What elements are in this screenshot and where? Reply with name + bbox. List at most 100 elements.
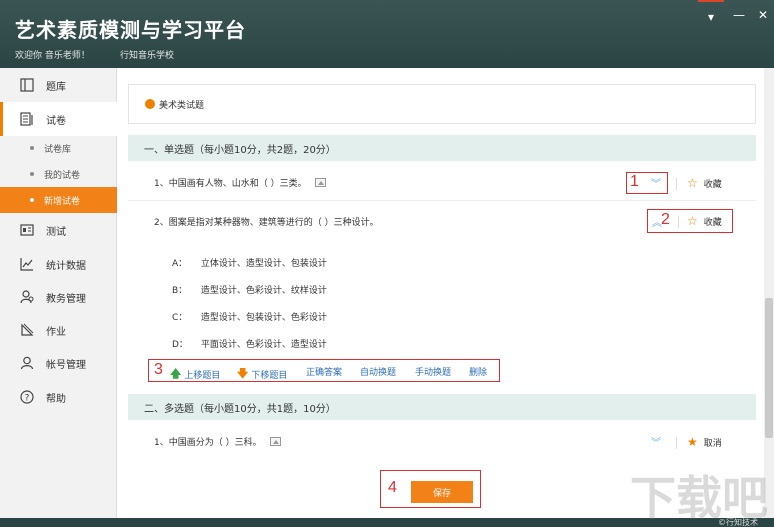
- section-title: 二、多选题（每小题10分，共1题，10分）: [144, 403, 336, 415]
- sidebar-subitem-my-papers[interactable]: 我的试卷: [0, 161, 117, 187]
- favorite-button[interactable]: ☆ 收藏: [687, 214, 722, 228]
- star-outline-icon: ☆: [687, 214, 698, 228]
- option-letter: B：: [172, 286, 188, 296]
- callout-number-2: 2: [661, 211, 670, 228]
- option-text: 造型设计、包装设计、色彩设计: [200, 313, 327, 323]
- question-bank-icon: [18, 77, 36, 93]
- star-filled-icon: ★: [687, 435, 698, 449]
- test-icon: [18, 222, 36, 238]
- action-label: 下移题目: [251, 371, 288, 381]
- image-icon[interactable]: [314, 178, 326, 187]
- option-text: 平面设计、色彩设计、造型设计: [200, 340, 327, 350]
- sidebar-item-label: 试卷: [46, 115, 66, 127]
- callout-number-3: 3: [154, 361, 163, 378]
- divider: [676, 437, 677, 449]
- account-icon: [18, 355, 36, 371]
- sidebar-item-label: 统计数据: [46, 260, 86, 272]
- callout-number-1: 1: [630, 173, 639, 190]
- paper-type-label: 美术类试题: [159, 100, 205, 111]
- expand-chevron-icon[interactable]: ︾: [651, 434, 661, 449]
- sidebar-item-account[interactable]: 帐号管理: [0, 346, 117, 380]
- section-single-choice-header[interactable]: 一、单选题（每小题10分，共2题，20分）: [128, 135, 756, 161]
- unfavorite-button[interactable]: ★ 取消: [687, 435, 722, 449]
- question-row[interactable]: 1、中国画分为（ ）三科。: [128, 423, 756, 459]
- question-text: 1、中国画分为（ ）三科。: [154, 437, 262, 448]
- watermark-text: ©行知技术: [718, 518, 758, 527]
- manual-replace-button[interactable]: 手动换题: [415, 365, 451, 378]
- help-icon: ?: [18, 389, 36, 405]
- unfavorite-label: 取消: [703, 438, 722, 449]
- delete-button[interactable]: 删除: [469, 365, 487, 378]
- window-minimize-button[interactable]: —: [726, 0, 752, 30]
- action-label: 删除: [469, 368, 488, 378]
- correct-answer-button[interactable]: 正确答案: [306, 365, 342, 378]
- option-text: 立体设计、造型设计、包装设计: [200, 259, 327, 269]
- sidebar-item-label: 帐号管理: [46, 359, 86, 371]
- option-b[interactable]: B： 造型设计、色彩设计、纹样设计: [172, 283, 327, 296]
- sidebar-item-label: 题库: [46, 81, 66, 93]
- vertical-scrollbar[interactable]: [764, 68, 774, 518]
- image-icon[interactable]: [269, 436, 281, 446]
- action-label: 自动换题: [360, 368, 397, 378]
- window-close-button[interactable]: ✕: [750, 0, 774, 30]
- sidebar-item-label: 教务管理: [46, 293, 86, 305]
- sidebar-item-label: 测试: [46, 226, 66, 238]
- save-button[interactable]: 保存: [411, 481, 473, 503]
- palette-icon: [145, 99, 155, 109]
- sidebar-item-statistics[interactable]: 统计数据: [0, 247, 117, 281]
- option-c[interactable]: C： 造型设计、包装设计、色彩设计: [172, 310, 327, 323]
- chart-icon: [18, 256, 36, 272]
- app-title: 艺术素质模测与学习平台: [15, 18, 246, 42]
- svg-text:?: ?: [25, 394, 30, 404]
- sidebar-item-academic[interactable]: 教务管理: [0, 280, 117, 314]
- section-title: 一、单选题（每小题10分，共2题，20分）: [144, 144, 336, 156]
- bullet-dot: [30, 146, 34, 150]
- sidebar-item-homework[interactable]: 作业: [0, 313, 117, 347]
- arrow-up-icon: 🡅: [170, 367, 182, 380]
- sidebar-item-test[interactable]: 测试: [0, 213, 117, 247]
- sidebar-subitem-label: 试卷库: [44, 144, 72, 155]
- favorite-button[interactable]: ☆ 收藏: [687, 176, 722, 190]
- paper-type-box: 美术类试题: [128, 84, 756, 124]
- bullet-dot: [30, 198, 34, 202]
- sidebar-item-help[interactable]: ? 帮助: [0, 380, 117, 414]
- option-a[interactable]: A： 立体设计、造型设计、包装设计: [172, 256, 327, 269]
- window-menu-button[interactable]: ▾: [698, 0, 724, 30]
- sidebar-item-label: 帮助: [46, 393, 66, 405]
- sidebar-subitem-paper-library[interactable]: 试卷库: [0, 135, 117, 161]
- auto-replace-button[interactable]: 自动换题: [360, 365, 396, 378]
- option-d[interactable]: D： 平面设计、色彩设计、造型设计: [172, 337, 327, 350]
- option-letter: D：: [172, 340, 188, 350]
- callout-number-4: 4: [388, 479, 397, 496]
- favorite-label: 收藏: [703, 179, 722, 190]
- sidebar-item-label: 作业: [46, 326, 66, 338]
- sidebar-subitem-label: 新增试卷: [44, 196, 81, 207]
- action-label: 正确答案: [306, 368, 343, 378]
- star-outline-icon: ☆: [687, 176, 698, 190]
- divider: [678, 216, 679, 228]
- question-text: 1、中国画有人物、山水和（ ）三类。: [154, 179, 307, 189]
- app-header: 艺术素质模测与学习平台 欢迎你 音乐老师！ 行知音乐学校 ▾ — ✕: [0, 0, 774, 68]
- users-icon: [18, 289, 36, 305]
- option-letter: A：: [172, 259, 188, 269]
- expand-chevron-icon[interactable]: ︾: [651, 175, 661, 190]
- favorite-label: 收藏: [703, 217, 722, 228]
- sidebar-item-question-bank[interactable]: 题库: [0, 68, 117, 102]
- option-letter: C：: [172, 313, 188, 323]
- scrollbar-thumb[interactable]: [765, 298, 773, 438]
- sidebar-subitem-new-paper[interactable]: 新增试卷: [0, 187, 117, 213]
- sidebar: 题库 试卷 试卷库 我的试卷 新增试卷 测试 统计数据 教务管理 作业 帐号管理…: [0, 68, 117, 518]
- option-text: 造型设计、色彩设计、纹样设计: [200, 286, 327, 296]
- section-multiple-choice-header[interactable]: 二、多选题（每小题10分，共1题，10分）: [128, 394, 756, 420]
- bullet-dot: [30, 172, 34, 176]
- main-content: 美术类试题 一、单选题（每小题10分，共2题，20分） 1、中国画有人物、山水和…: [118, 68, 764, 518]
- move-down-button[interactable]: 🡇 下移题目: [237, 365, 287, 384]
- school-name: 行知音乐学校: [120, 51, 175, 61]
- paper-icon: [18, 111, 36, 127]
- move-up-button[interactable]: 🡅 上移题目: [170, 365, 220, 384]
- sidebar-item-paper[interactable]: 试卷: [0, 102, 117, 136]
- question-text: 2、图案是指对某种器物、建筑等进行的（ ）三种设计。: [154, 217, 379, 228]
- action-label: 上移题目: [184, 371, 221, 381]
- arrow-down-icon: 🡇: [237, 367, 249, 380]
- action-label: 手动换题: [415, 368, 452, 378]
